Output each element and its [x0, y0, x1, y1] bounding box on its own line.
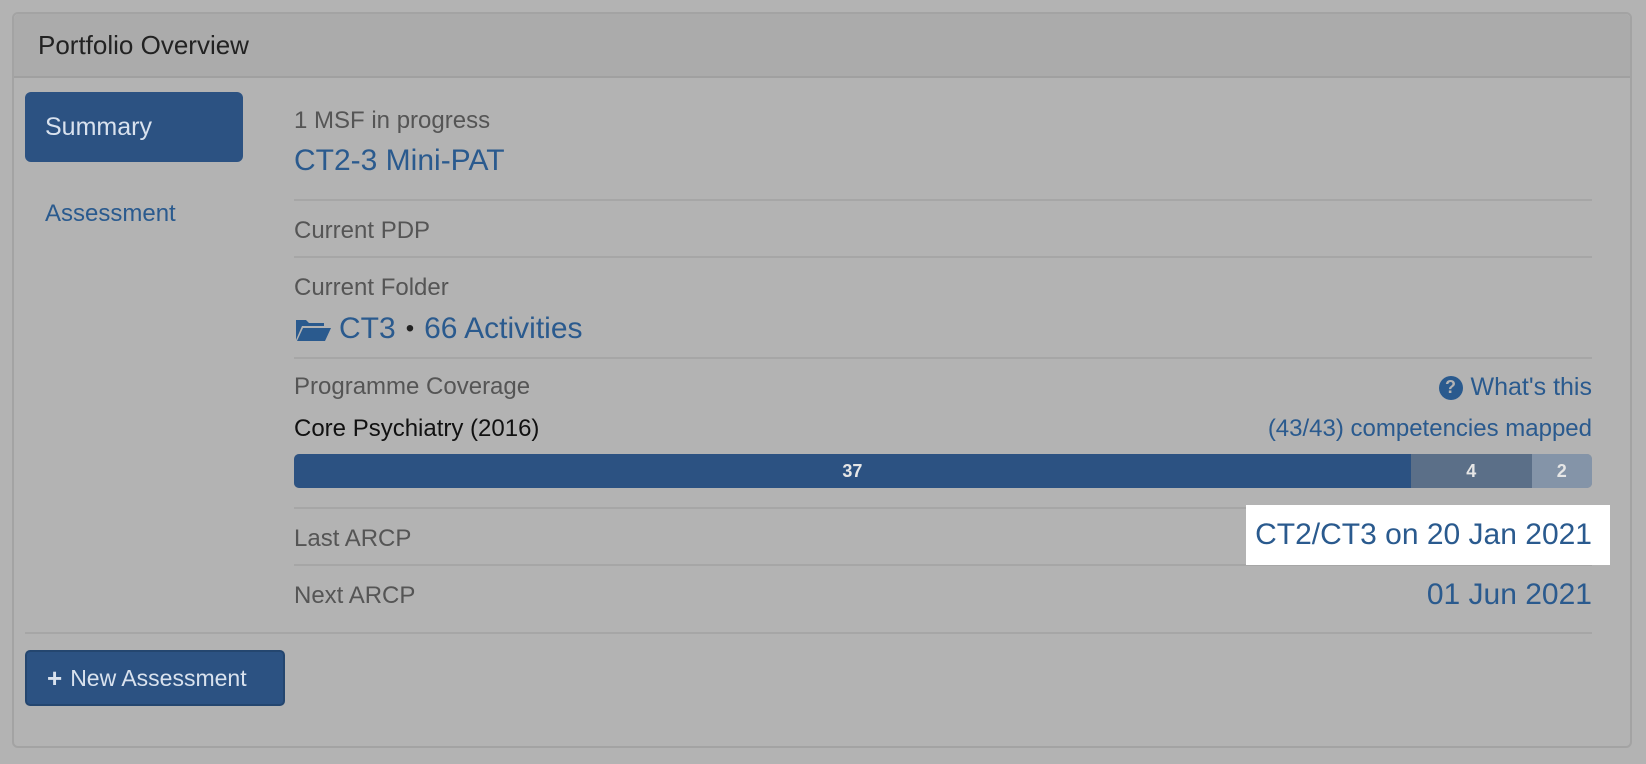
next-arcp-label: Next ARCP: [294, 582, 416, 609]
plus-icon: +: [47, 662, 63, 693]
msf-row: 1 MSF in progress CT2-3 Mini-PAT: [294, 86, 1592, 201]
pdp-row: Current PDP: [294, 201, 1592, 258]
activities-link[interactable]: 66 Activities: [424, 312, 582, 346]
next-arcp-value: 01 Jun 2021: [1426, 578, 1592, 611]
last-arcp-row: Last ARCP CT2/CT3 on 20 Jan 2021: [294, 505, 1610, 566]
folder-line: CT3 • 66 Activities: [294, 312, 583, 346]
summary-content: 1 MSF in progress CT2-3 Mini-PAT Current…: [294, 86, 1610, 642]
footer-divider: [25, 632, 1592, 634]
new-assessment-button[interactable]: + New Assessment: [25, 650, 285, 706]
coverage-segment-2: 4: [1410, 454, 1532, 488]
folder-name-link[interactable]: CT3: [339, 312, 396, 346]
coverage-segment-1: 37: [294, 454, 1411, 488]
coverage-progress-bar: 37 4 2: [294, 454, 1592, 488]
coverage-segment-3: 2: [1531, 454, 1592, 488]
question-circle-icon: ?: [1438, 375, 1463, 400]
competencies-mapped-link[interactable]: (43/43) competencies mapped: [1268, 415, 1592, 443]
nav-item-summary[interactable]: Summary: [25, 92, 243, 162]
coverage-row: Programme Coverage ? What's this Core Ps…: [294, 359, 1592, 509]
msf-link[interactable]: CT2-3 Mini-PAT: [294, 144, 505, 178]
last-arcp-link[interactable]: CT2/CT3 on 20 Jan 2021: [1246, 505, 1610, 565]
coverage-label: Programme Coverage: [294, 373, 531, 400]
whats-this-link[interactable]: ? What's this: [1438, 373, 1592, 402]
programme-name: Core Psychiatry (2016): [294, 415, 540, 442]
folder-separator: •: [405, 315, 415, 342]
folder-label: Current Folder: [294, 274, 449, 301]
folder-open-icon: [296, 320, 331, 341]
nav-item-summary-label: Summary: [45, 112, 152, 141]
panel-header: Portfolio Overview: [14, 14, 1630, 78]
pdp-label: Current PDP: [294, 217, 431, 244]
whats-this-label: What's this: [1470, 373, 1592, 401]
msf-label: 1 MSF in progress: [294, 107, 491, 134]
next-arcp-row: Next ARCP 01 Jun 2021: [294, 566, 1592, 642]
last-arcp-label: Last ARCP: [294, 525, 412, 552]
panel-title: Portfolio Overview: [38, 29, 249, 60]
nav-item-assessment[interactable]: Assessment: [45, 200, 176, 228]
new-assessment-label: New Assessment: [70, 664, 247, 691]
folder-row: Current Folder CT3 • 66 Activities: [294, 258, 1592, 359]
